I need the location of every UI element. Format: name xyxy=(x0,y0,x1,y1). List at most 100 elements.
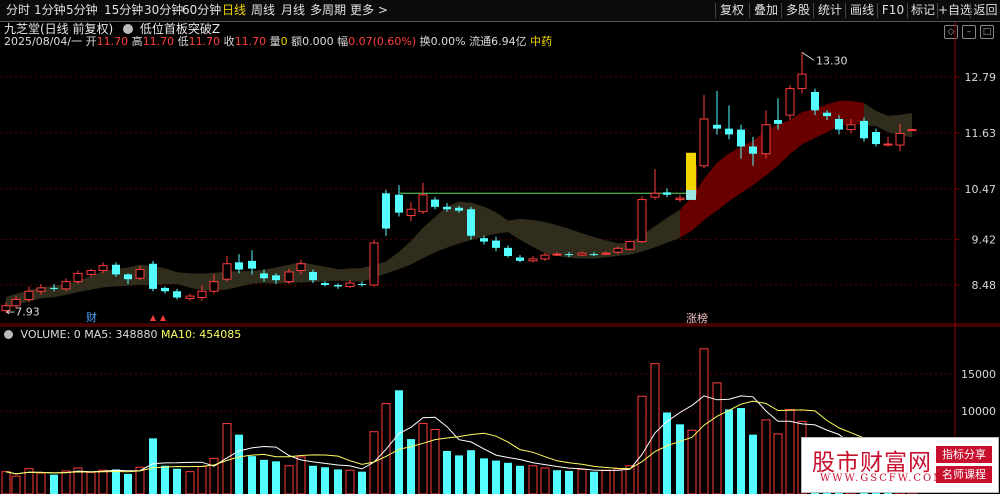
volume-bar xyxy=(98,469,108,494)
candle-body xyxy=(797,73,807,90)
candle-body xyxy=(846,124,856,131)
volume-bar xyxy=(321,467,329,494)
volume-bar xyxy=(455,455,463,494)
event-up-arrow xyxy=(160,315,166,321)
candle-body xyxy=(260,273,268,279)
candle-body xyxy=(112,264,120,275)
candle-body xyxy=(185,295,195,300)
candle-body xyxy=(209,281,219,292)
candle-body xyxy=(895,132,905,146)
candle-body xyxy=(149,263,157,289)
volume-bar xyxy=(248,456,256,494)
candle-body xyxy=(552,253,562,256)
volume-bar xyxy=(309,465,317,494)
candle-body xyxy=(358,284,366,286)
volume-bar xyxy=(773,433,783,494)
candle-body xyxy=(235,262,243,270)
volume-bar xyxy=(687,429,697,494)
candle-body xyxy=(540,254,550,260)
volume-bar xyxy=(1,471,11,494)
price-tick-label: 12.79 xyxy=(965,71,997,84)
breakout-signal-base xyxy=(686,189,696,200)
candle-body xyxy=(761,124,771,155)
event-marker-cai: 财 xyxy=(86,310,97,324)
candle-body xyxy=(124,274,132,280)
volume-bar xyxy=(749,434,757,494)
candle-body xyxy=(382,193,390,229)
volume-bar xyxy=(577,468,587,494)
volume-bar xyxy=(345,469,355,494)
candle-body xyxy=(492,240,500,248)
candle-body xyxy=(135,269,145,279)
candle-body xyxy=(504,247,512,257)
candle-body xyxy=(296,263,306,272)
volume-bar xyxy=(492,460,500,494)
volume-bar xyxy=(334,469,342,494)
candle-body xyxy=(86,270,96,275)
candle-body xyxy=(823,112,831,117)
candle-body xyxy=(248,260,256,269)
volume-bar xyxy=(11,475,21,494)
volume-bar xyxy=(50,474,58,494)
volume-bar xyxy=(358,471,366,494)
volume-tick-label: 10000 xyxy=(961,405,996,418)
candle-body xyxy=(406,208,416,217)
watermark-url: WWW.GSCFW.COM xyxy=(820,473,946,484)
volume-bar xyxy=(699,348,709,494)
candle-body xyxy=(601,252,611,255)
candle-body xyxy=(650,192,660,198)
candle-body xyxy=(284,271,294,283)
candle-body xyxy=(785,88,795,116)
kline-chart[interactable]: 12.79 11.63 10.47 9.42 8.48 15000 10000 13.30 ←7… xyxy=(0,0,1000,494)
candle-body xyxy=(309,271,317,281)
event-up-arrow xyxy=(150,315,156,321)
candle-body xyxy=(774,119,782,124)
volume-bar xyxy=(601,469,611,494)
candle-body xyxy=(907,129,917,132)
candle-body xyxy=(272,275,280,281)
candle-body xyxy=(395,194,403,213)
candle-body xyxy=(98,265,108,272)
candle-body xyxy=(345,282,355,287)
watermark-title: 股市财富网 xyxy=(812,450,932,476)
volume-bar xyxy=(185,471,195,494)
volume-bar xyxy=(418,423,428,494)
candle-body xyxy=(418,194,428,213)
candle-body xyxy=(625,241,635,250)
candle-body xyxy=(431,199,439,207)
price-tick-label: 8.48 xyxy=(972,279,997,292)
volume-bar xyxy=(149,438,157,494)
watermark-tag-course: 名师课程 xyxy=(936,466,992,483)
candle-body xyxy=(883,143,893,146)
volume-bar xyxy=(395,390,403,494)
candle-body xyxy=(321,283,329,285)
candle-body xyxy=(222,263,232,280)
volume-bar xyxy=(197,466,207,494)
event-marker-zhangbang: 涨榜 xyxy=(686,311,708,325)
candle-body xyxy=(872,132,880,145)
candle-body xyxy=(197,290,207,299)
candle-body xyxy=(467,209,475,236)
candle-body xyxy=(50,287,58,289)
volume-bar xyxy=(725,409,733,494)
volume-bar xyxy=(260,459,268,494)
candle-body xyxy=(860,120,868,139)
candle-body xyxy=(161,287,169,292)
candle-body xyxy=(24,290,34,300)
candle-body xyxy=(516,257,524,261)
candle-body xyxy=(613,247,623,253)
candle-body xyxy=(713,124,721,129)
candle-body xyxy=(663,192,671,195)
volume-bar xyxy=(222,423,232,494)
candle-body xyxy=(73,272,83,283)
volume-bar xyxy=(124,473,132,494)
ma-band-bear xyxy=(864,102,912,138)
price-tick-label: 11.63 xyxy=(965,127,997,140)
volume-bar xyxy=(173,468,181,494)
volume-bar xyxy=(540,467,550,494)
volume-bar xyxy=(553,470,561,494)
candle-body xyxy=(369,242,379,286)
candle-body xyxy=(590,254,598,256)
volume-bar xyxy=(590,471,598,494)
candle-body xyxy=(577,252,587,256)
